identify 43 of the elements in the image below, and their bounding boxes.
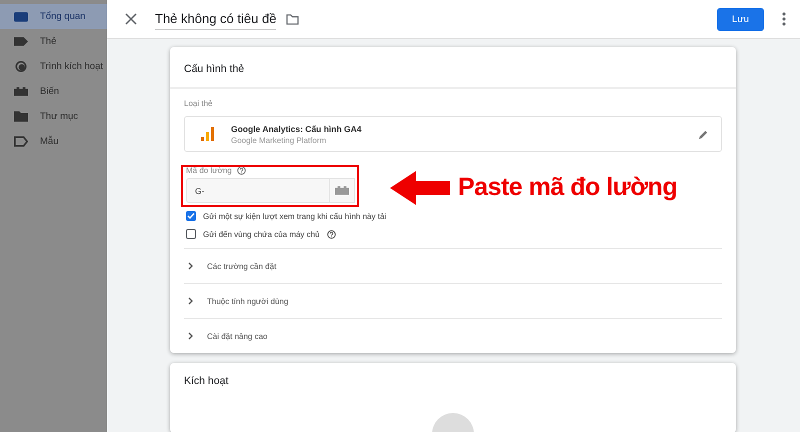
tag-icon xyxy=(14,36,28,47)
sidebar-item[interactable]: Mẫu xyxy=(0,129,107,154)
folder-icon[interactable] xyxy=(286,14,300,24)
more-icon[interactable] xyxy=(782,12,786,26)
sidebar-item[interactable]: Thẻ xyxy=(0,29,107,54)
trigger-icon xyxy=(14,61,28,72)
help-icon[interactable] xyxy=(326,230,336,238)
checkbox-label: Gửi đến vùng chứa của máy chủ xyxy=(203,230,320,238)
card-title: Kích hoạt xyxy=(183,374,230,389)
card-title: Cấu hình thẻ xyxy=(170,47,736,89)
section-expander[interactable]: Các trường cần đặt xyxy=(184,248,722,283)
checkbox[interactable] xyxy=(186,229,196,239)
folder-icon xyxy=(14,111,28,122)
tag-title-field[interactable]: Thẻ không có tiêu đề xyxy=(155,8,276,30)
sidebar-item[interactable]: Thư mục xyxy=(0,104,107,129)
field-label: Loại thẻ xyxy=(184,99,214,108)
checkbox-label: Gửi một sự kiện lượt xem trang khi cấu hình này tải xyxy=(203,212,386,220)
chevron-icon xyxy=(188,297,194,305)
annotation-text: Paste mã đo lường xyxy=(458,173,678,202)
measurement-id-field[interactable]: G- xyxy=(186,178,330,203)
section-expander[interactable]: Thuộc tính người dùng xyxy=(184,283,722,318)
save-button[interactable]: Lưu xyxy=(717,8,764,30)
sidebar-item[interactable]: Tổng quan xyxy=(0,4,107,29)
bar-chart-icon xyxy=(201,127,215,141)
briefcase-icon xyxy=(14,11,28,22)
variable-button[interactable] xyxy=(330,178,355,203)
field-label: Mã đo lường xyxy=(186,166,232,175)
pencil-icon[interactable] xyxy=(698,128,709,140)
chevron-icon xyxy=(188,332,194,340)
sidebar-item[interactable]: Biến xyxy=(0,79,107,104)
blocks-icon xyxy=(335,186,349,195)
tag-type-vendor: Google Marketing Platform xyxy=(231,136,328,144)
section-expander[interactable]: Cài đặt nâng cao xyxy=(184,318,722,353)
chevron-icon xyxy=(188,262,194,270)
checkbox[interactable] xyxy=(186,211,196,221)
close-icon[interactable] xyxy=(125,13,137,25)
help-icon[interactable] xyxy=(236,166,246,175)
tag-type-selector[interactable]: Google Analytics: Cấu hình GA4 Google Marketing Platform xyxy=(184,116,722,152)
blocks-icon xyxy=(14,86,28,97)
arrow-icon xyxy=(390,171,450,205)
sidebar-item[interactable]: Trình kích hoạt xyxy=(0,54,107,79)
tag-type-name: Google Analytics: Cấu hình GA4 xyxy=(231,124,362,134)
label-icon xyxy=(14,136,28,147)
